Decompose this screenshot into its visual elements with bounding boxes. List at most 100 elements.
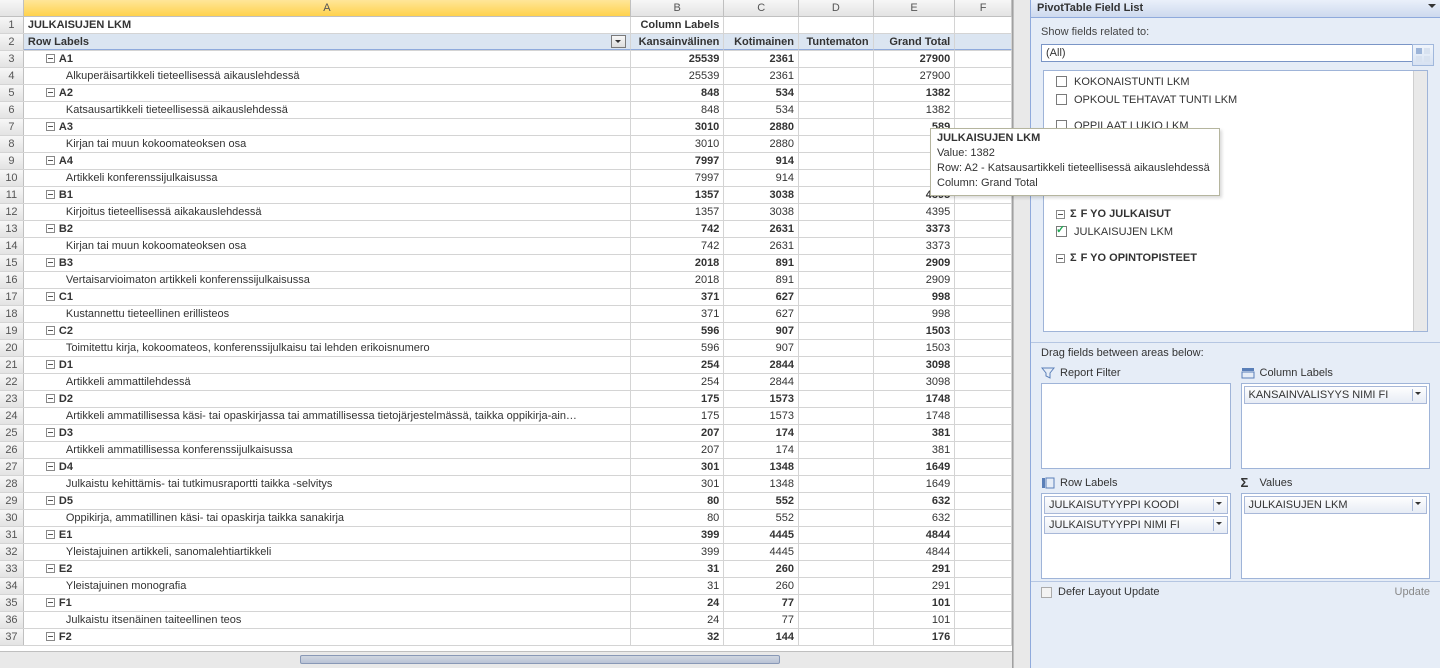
row-header[interactable]: 19: [0, 323, 24, 339]
cell[interactable]: 174: [724, 442, 799, 458]
cell[interactable]: [955, 221, 1012, 237]
cell[interactable]: D4: [24, 459, 631, 475]
cell[interactable]: 2844: [724, 357, 799, 373]
cell[interactable]: 2631: [724, 238, 799, 254]
cell[interactable]: [955, 102, 1012, 118]
cell[interactable]: 1382: [874, 102, 956, 118]
row-header[interactable]: 34: [0, 578, 24, 594]
cell[interactable]: JULKAISUJEN LKM: [24, 17, 631, 33]
cell[interactable]: [955, 612, 1012, 628]
row-header[interactable]: 37: [0, 629, 24, 645]
col-header-B[interactable]: B: [631, 0, 725, 16]
cell[interactable]: 2018: [631, 272, 725, 288]
cell[interactable]: 381: [874, 425, 956, 441]
cell[interactable]: 1348: [724, 476, 799, 492]
collapse-icon[interactable]: [46, 88, 55, 97]
cell[interactable]: 4844: [874, 527, 956, 543]
row-header[interactable]: 17: [0, 289, 24, 305]
cell[interactable]: 3098: [874, 357, 956, 373]
cell[interactable]: [799, 170, 874, 186]
horizontal-scrollbar[interactable]: [0, 651, 1012, 668]
cell[interactable]: 907: [724, 340, 799, 356]
cell[interactable]: [799, 493, 874, 509]
cell[interactable]: A4: [24, 153, 631, 169]
row-header[interactable]: 18: [0, 306, 24, 322]
cell[interactable]: 632: [874, 493, 956, 509]
cell[interactable]: 371: [631, 289, 725, 305]
cell[interactable]: [799, 51, 874, 67]
row-header[interactable]: 3: [0, 51, 24, 67]
cell[interactable]: [955, 544, 1012, 560]
cell[interactable]: 596: [631, 323, 725, 339]
cell[interactable]: 534: [724, 102, 799, 118]
vertical-scrollbar[interactable]: [1013, 0, 1030, 668]
cell[interactable]: [724, 17, 799, 33]
cell[interactable]: 80: [631, 510, 725, 526]
area-field-item[interactable]: JULKAISUJEN LKM: [1244, 496, 1428, 514]
cell[interactable]: 998: [874, 306, 956, 322]
cell[interactable]: B3: [24, 255, 631, 271]
collapse-icon[interactable]: [46, 190, 55, 199]
row-header[interactable]: 10: [0, 170, 24, 186]
area-item-dropdown[interactable]: [1412, 389, 1424, 401]
cell[interactable]: [799, 85, 874, 101]
collapse-icon[interactable]: [46, 428, 55, 437]
cell[interactable]: [955, 85, 1012, 101]
cell[interactable]: D2: [24, 391, 631, 407]
cell[interactable]: 742: [631, 221, 725, 237]
cell[interactable]: [955, 272, 1012, 288]
cell[interactable]: [799, 510, 874, 526]
collapse-icon[interactable]: [46, 496, 55, 505]
cell[interactable]: Artikkeli ammatillisessa konferenssijulk…: [24, 442, 631, 458]
cell[interactable]: A3: [24, 119, 631, 135]
cell[interactable]: [799, 408, 874, 424]
cell[interactable]: 24: [631, 612, 725, 628]
collapse-icon[interactable]: [46, 632, 55, 641]
area-field-item[interactable]: JULKAISUTYYPPI NIMI FI: [1044, 516, 1228, 534]
cell[interactable]: [799, 238, 874, 254]
cell[interactable]: [799, 323, 874, 339]
cell[interactable]: 3373: [874, 221, 956, 237]
cell[interactable]: 207: [631, 425, 725, 441]
row-header[interactable]: 14: [0, 238, 24, 254]
cell[interactable]: [955, 17, 1012, 33]
cell[interactable]: [955, 476, 1012, 492]
cell[interactable]: Kirjan tai muun kokoomateoksen osa: [24, 136, 631, 152]
col-header-E[interactable]: E: [874, 0, 956, 16]
fields-scrollbar[interactable]: [1413, 71, 1427, 331]
cell[interactable]: 174: [724, 425, 799, 441]
cell[interactable]: 891: [724, 255, 799, 271]
cell[interactable]: A1: [24, 51, 631, 67]
cell[interactable]: 2361: [724, 51, 799, 67]
collapse-icon[interactable]: [46, 360, 55, 369]
cell[interactable]: 596: [631, 340, 725, 356]
cell[interactable]: 2880: [724, 136, 799, 152]
row-header[interactable]: 20: [0, 340, 24, 356]
cell[interactable]: 25539: [631, 51, 725, 67]
cell[interactable]: 4445: [724, 544, 799, 560]
cell[interactable]: 1573: [724, 391, 799, 407]
cell[interactable]: 632: [874, 510, 956, 526]
cell[interactable]: [799, 119, 874, 135]
cell[interactable]: [955, 442, 1012, 458]
cell[interactable]: 2909: [874, 272, 956, 288]
row-header[interactable]: 12: [0, 204, 24, 220]
cell[interactable]: 27900: [874, 68, 956, 84]
cell[interactable]: 7997: [631, 170, 725, 186]
area-column-labels[interactable]: Column Labels KANSAINVALISYYS NIMI FI: [1241, 365, 1431, 469]
cell[interactable]: [799, 340, 874, 356]
cell[interactable]: [955, 255, 1012, 271]
cell[interactable]: 3373: [874, 238, 956, 254]
cell[interactable]: 907: [724, 323, 799, 339]
cell[interactable]: 2361: [724, 68, 799, 84]
cell[interactable]: 2909: [874, 255, 956, 271]
row-header[interactable]: 33: [0, 561, 24, 577]
collapse-icon[interactable]: [46, 156, 55, 165]
cell[interactable]: [955, 629, 1012, 645]
cell[interactable]: [799, 629, 874, 645]
cell[interactable]: [955, 34, 1012, 50]
cell[interactable]: [799, 204, 874, 220]
row-header[interactable]: 23: [0, 391, 24, 407]
cell[interactable]: 371: [631, 306, 725, 322]
cell[interactable]: D5: [24, 493, 631, 509]
